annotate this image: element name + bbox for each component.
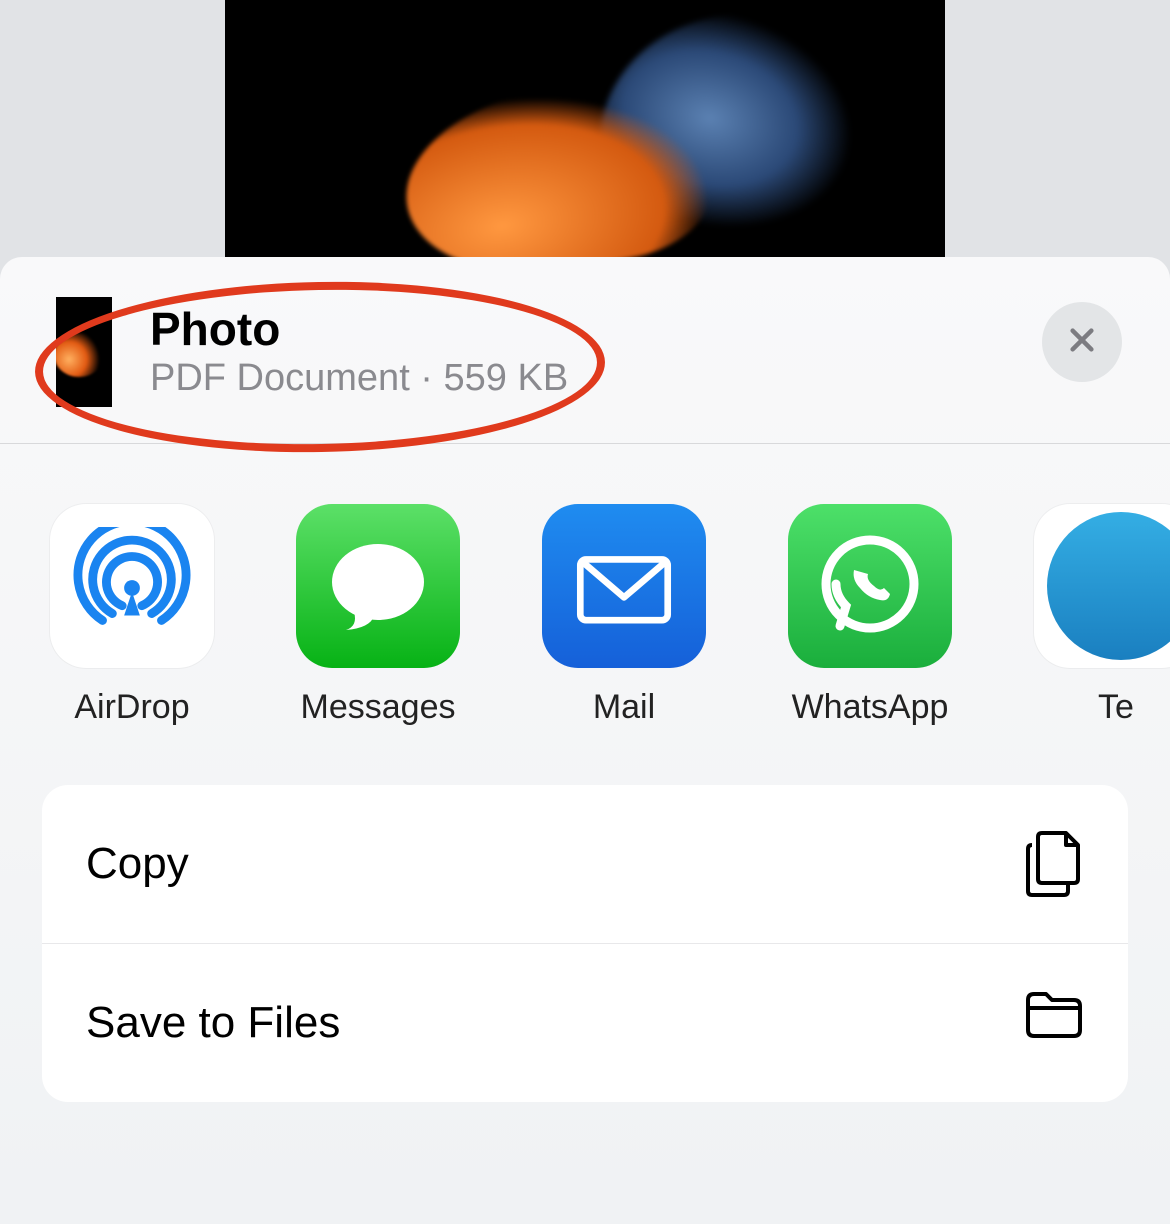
app-telegram[interactable]: Te — [1034, 504, 1170, 727]
app-messages[interactable]: Messages — [296, 504, 460, 727]
action-label: Save to Files — [86, 998, 340, 1048]
airdrop-icon — [50, 504, 214, 668]
share-sheet-header: Photo PDF Document · 559 KB — [0, 257, 1170, 444]
app-label: WhatsApp — [792, 688, 949, 727]
header-subtitle: PDF Document · 559 KB — [150, 357, 1042, 400]
app-whatsapp[interactable]: WhatsApp — [788, 504, 952, 727]
action-save-to-files[interactable]: Save to Files — [42, 944, 1128, 1102]
action-label: Copy — [86, 839, 189, 889]
close-icon — [1066, 324, 1098, 361]
app-label: AirDrop — [74, 688, 189, 727]
share-sheet: Photo PDF Document · 559 KB — [0, 257, 1170, 1224]
telegram-icon — [1034, 504, 1170, 668]
folder-icon — [1022, 988, 1084, 1058]
actions-panel: Copy Save to Files — [42, 785, 1128, 1102]
app-mail[interactable]: Mail — [542, 504, 706, 727]
close-button[interactable] — [1042, 302, 1122, 382]
background-preview — [0, 0, 1170, 260]
app-airdrop[interactable]: AirDrop — [50, 504, 214, 727]
action-copy[interactable]: Copy — [42, 785, 1128, 944]
mail-icon — [542, 504, 706, 668]
messages-icon — [296, 504, 460, 668]
header-text-block: Photo PDF Document · 559 KB — [150, 304, 1042, 400]
preview-image — [225, 0, 945, 260]
app-label: Mail — [593, 688, 655, 727]
share-apps-row[interactable]: AirDrop Messages Mail — [0, 444, 1170, 727]
header-thumbnail — [56, 297, 112, 407]
header-title: Photo — [150, 304, 1042, 355]
app-label: Te — [1098, 688, 1134, 727]
app-label: Messages — [301, 688, 456, 727]
documents-icon — [1022, 829, 1084, 899]
whatsapp-icon — [788, 504, 952, 668]
